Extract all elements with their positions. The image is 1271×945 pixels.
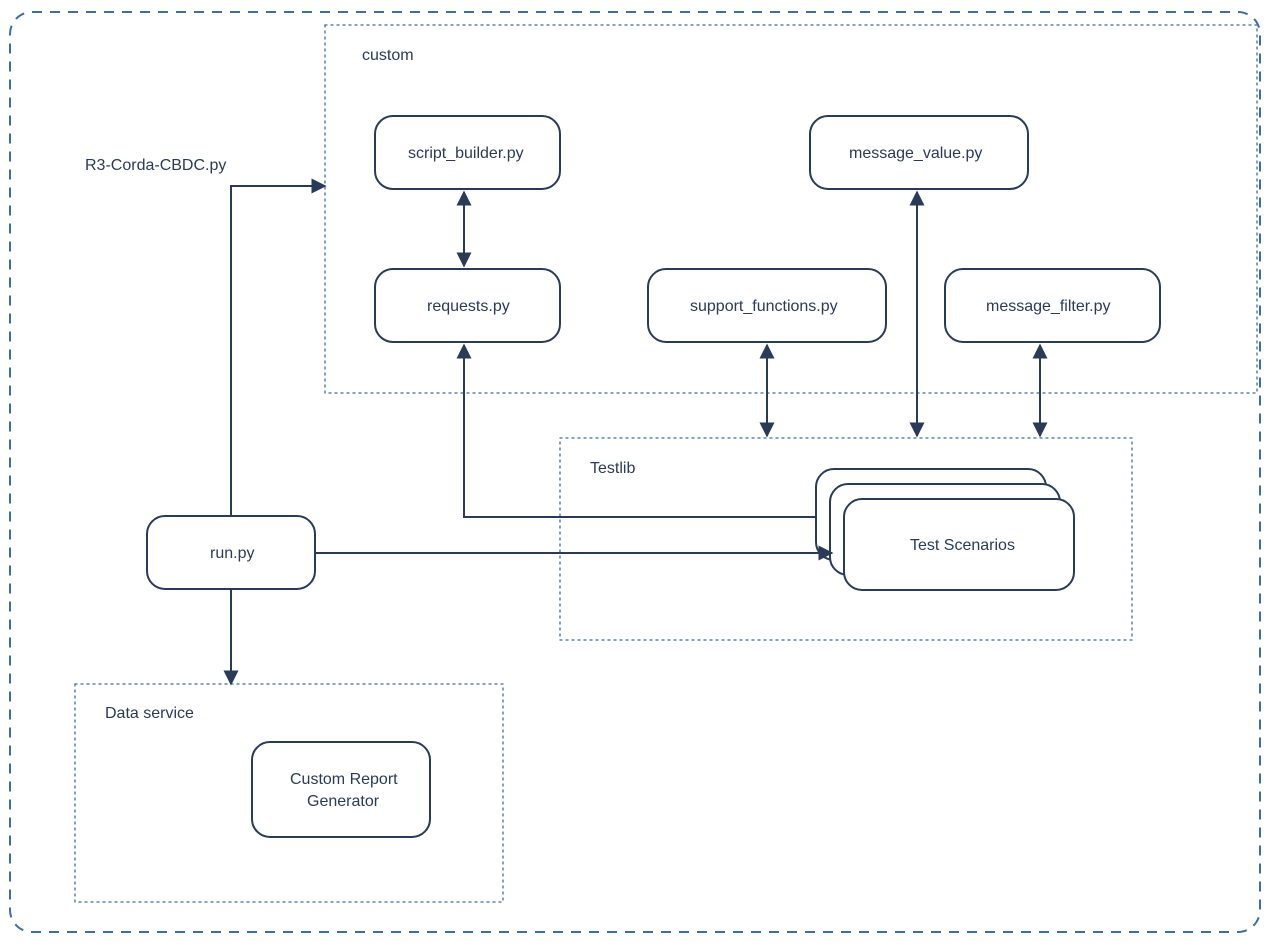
node-report-generator [252, 742, 430, 837]
outer-label: R3-Corda-CBDC.py [85, 157, 226, 174]
edge-run-to-custom [231, 186, 325, 516]
node-support-functions-label: support_functions.py [690, 298, 838, 315]
node-report-generator-label-1: Custom Report [290, 771, 398, 788]
node-report-generator-label-2: Generator [307, 793, 380, 810]
node-test-scenarios-label: Test Scenarios [910, 537, 1015, 554]
architecture-diagram: custom Testlib Data service R3-Corda-CBD… [0, 0, 1271, 945]
group-custom-label: custom [362, 47, 414, 64]
node-run-label: run.py [210, 545, 254, 562]
group-testlib-label: Testlib [590, 460, 635, 477]
node-message-filter-label: message_filter.py [986, 298, 1111, 315]
node-message-value-label: message_value.py [849, 145, 982, 162]
group-dataservice-label: Data service [105, 705, 194, 722]
node-script-builder-label: script_builder.py [408, 145, 524, 162]
edge-testscenarios-requests [464, 345, 816, 517]
node-requests-label: requests.py [427, 298, 510, 315]
